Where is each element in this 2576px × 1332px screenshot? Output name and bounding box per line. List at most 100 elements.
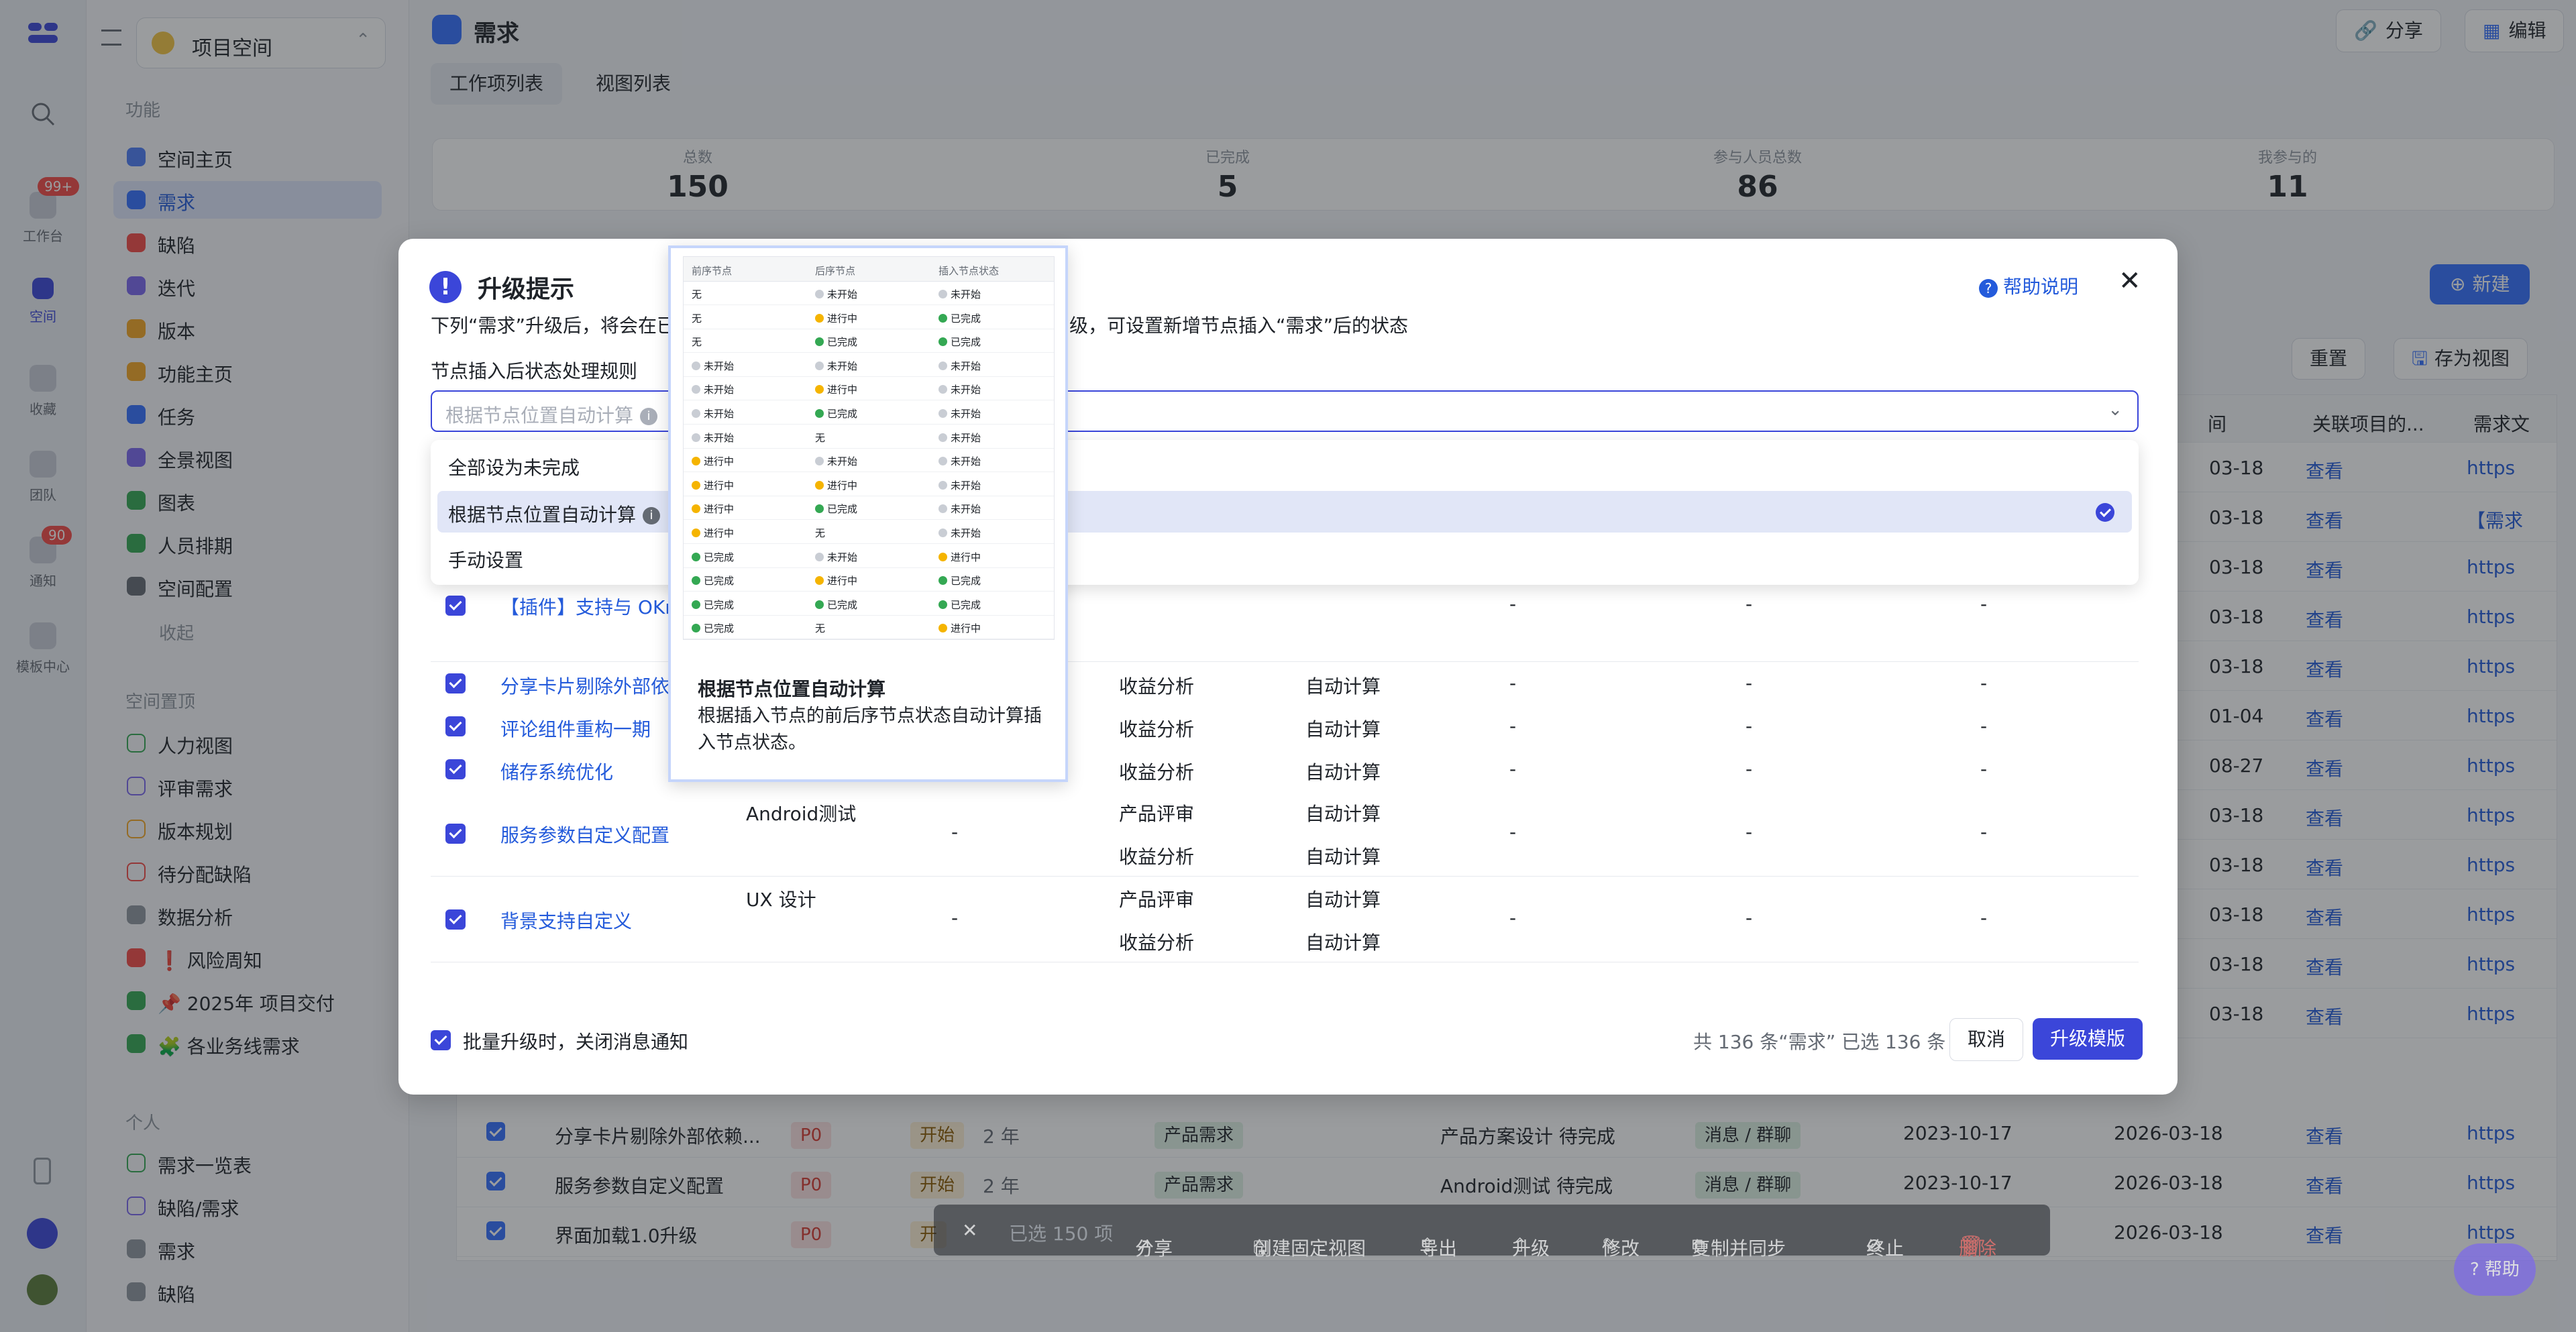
state-cell: 进行中	[938, 550, 981, 564]
status-dot-icon	[938, 600, 947, 609]
state-cell: 未开始	[815, 359, 857, 373]
upgrade-row[interactable]: 服务参数自定义配置 Android测试 - 产品评审 自动计算 收益分析 自动计…	[431, 790, 2139, 877]
status-dot-icon	[692, 480, 700, 490]
row-checkbox[interactable]	[445, 716, 466, 736]
state-cell: 进行中	[692, 502, 734, 516]
status-dot-icon	[692, 409, 700, 418]
status-dot-icon	[938, 385, 947, 394]
status-dot-icon	[815, 600, 824, 609]
state-cell: 已完成	[938, 335, 981, 349]
state-cell: 进行中	[815, 478, 857, 492]
upgrade-template-button[interactable]: 升级模版	[2033, 1018, 2143, 1060]
state-cell: 未开始	[692, 382, 734, 396]
state-cell: 进行中	[815, 382, 857, 396]
status-dot-icon	[938, 576, 947, 586]
close-icon[interactable]: ✕	[962, 1219, 977, 1241]
row-checkbox[interactable]	[445, 596, 466, 616]
state-rule-row: 未开始 已完成 未开始	[684, 400, 1054, 425]
state-cell: 已完成	[815, 598, 857, 612]
status-dot-icon	[815, 504, 824, 514]
row-checkbox[interactable]	[445, 673, 466, 693]
state-cell: 已完成	[692, 550, 734, 564]
status-dot-icon	[938, 624, 947, 633]
state-rule-row: 无 未开始 未开始	[684, 281, 1054, 305]
status-dot-icon	[938, 361, 947, 370]
state-cell: 未开始	[938, 431, 981, 445]
mute-notification-label: 批量升级时，关闭消息通知	[463, 1031, 689, 1053]
state-cell: 已完成	[692, 573, 734, 588]
state-cell: 未开始	[692, 431, 734, 445]
state-cell: 进行中	[692, 478, 734, 492]
state-rule-row: 已完成 未开始 进行中	[684, 544, 1054, 568]
rule-select-placeholder: 根据节点位置自动计算 i	[445, 401, 658, 428]
state-cell: 未开始	[938, 382, 981, 396]
state-rule-row: 未开始 未开始 未开始	[684, 353, 1054, 377]
help-float-button[interactable]: ? 帮助	[2454, 1243, 2536, 1296]
status-dot-icon	[815, 409, 824, 418]
state-rule-row: 进行中 进行中 未开始	[684, 472, 1054, 496]
state-rule-row: 进行中 未开始 未开始	[684, 448, 1054, 473]
status-dot-icon	[938, 337, 947, 347]
status-dot-icon	[815, 361, 824, 370]
state-rule-row: 无 已完成 已完成	[684, 329, 1054, 353]
upgrade-dialog: ! 升级提示 下列“需求”升级后，将会在已 级，可设置新增节点插入“需求”后的状…	[398, 239, 2178, 1095]
state-cell: 已完成	[815, 502, 857, 516]
state-cell: 未开始	[815, 550, 857, 564]
status-dot-icon	[692, 576, 700, 586]
question-icon: ?	[2470, 1260, 2479, 1280]
state-cell: 已完成	[692, 598, 734, 612]
state-cell: 未开始	[938, 359, 981, 373]
state-cell: 未开始	[815, 287, 857, 301]
state-cell: 已完成	[815, 406, 857, 421]
state-rule-row: 未开始 无 未开始	[684, 425, 1054, 449]
state-cell: 进行中	[815, 573, 857, 588]
chevron-down-icon: ⌄	[2108, 400, 2123, 420]
status-dot-icon	[815, 313, 824, 323]
row-checkbox[interactable]	[445, 824, 466, 844]
warning-icon: !	[429, 271, 462, 303]
question-icon: ?	[1979, 279, 1998, 298]
info-icon: i	[643, 507, 661, 524]
state-cell: 无	[815, 527, 826, 539]
status-dot-icon	[938, 457, 947, 466]
selection-count: 共 136 条“需求” 已选 136 条	[1693, 1031, 1946, 1053]
row-checkbox[interactable]	[445, 759, 466, 779]
state-rule-row: 无 进行中 已完成	[684, 305, 1054, 329]
state-cell: 未开始	[938, 526, 981, 540]
state-cell: 未开始	[938, 454, 981, 468]
state-cell: 未开始	[938, 406, 981, 421]
status-dot-icon	[692, 624, 700, 633]
status-dot-icon	[815, 576, 824, 586]
state-rule-row: 未开始 进行中 未开始	[684, 376, 1054, 401]
status-dot-icon	[938, 529, 947, 537]
status-dot-icon	[938, 313, 947, 323]
state-cell: 未开始	[938, 502, 981, 516]
state-cell: 进行中	[938, 621, 981, 635]
state-cell: 无	[692, 288, 702, 300]
status-dot-icon	[938, 409, 947, 418]
state-cell: 未开始	[692, 359, 734, 373]
status-dot-icon	[692, 457, 700, 466]
state-cell: 进行中	[815, 311, 857, 325]
status-dot-icon	[692, 385, 700, 394]
info-icon: i	[640, 408, 658, 425]
status-dot-icon	[692, 433, 700, 442]
state-cell: 未开始	[938, 478, 981, 492]
state-cell: 进行中	[692, 454, 734, 468]
state-rule-row: 已完成 进行中 已完成	[684, 567, 1054, 592]
status-dot-icon	[938, 433, 947, 442]
state-rule-table: 前序节点 后序节点 插入节点状态 无未开始 未开始无进行中 已完成无已完成 已完成 未开…	[683, 256, 1055, 640]
upgrade-row[interactable]: 背景支持自定义 UX 设计 - 产品评审 自动计算 收益分析 自动计算 - - …	[431, 876, 2139, 962]
check-icon	[2096, 503, 2114, 522]
cancel-button[interactable]: 取消	[1949, 1018, 2024, 1061]
mute-notification-checkbox[interactable]	[431, 1030, 451, 1050]
row-checkbox[interactable]	[445, 909, 466, 930]
state-cell: 无	[692, 336, 702, 349]
status-dot-icon	[815, 480, 824, 490]
close-icon[interactable]: ✕	[2118, 266, 2141, 296]
preview-title: 根据节点位置自动计算	[698, 678, 886, 700]
status-dot-icon	[815, 385, 824, 394]
state-rule-row: 进行中 已完成 未开始	[684, 496, 1054, 520]
help-link[interactable]: ? 帮助说明	[1979, 272, 2078, 299]
status-dot-icon	[815, 457, 824, 466]
